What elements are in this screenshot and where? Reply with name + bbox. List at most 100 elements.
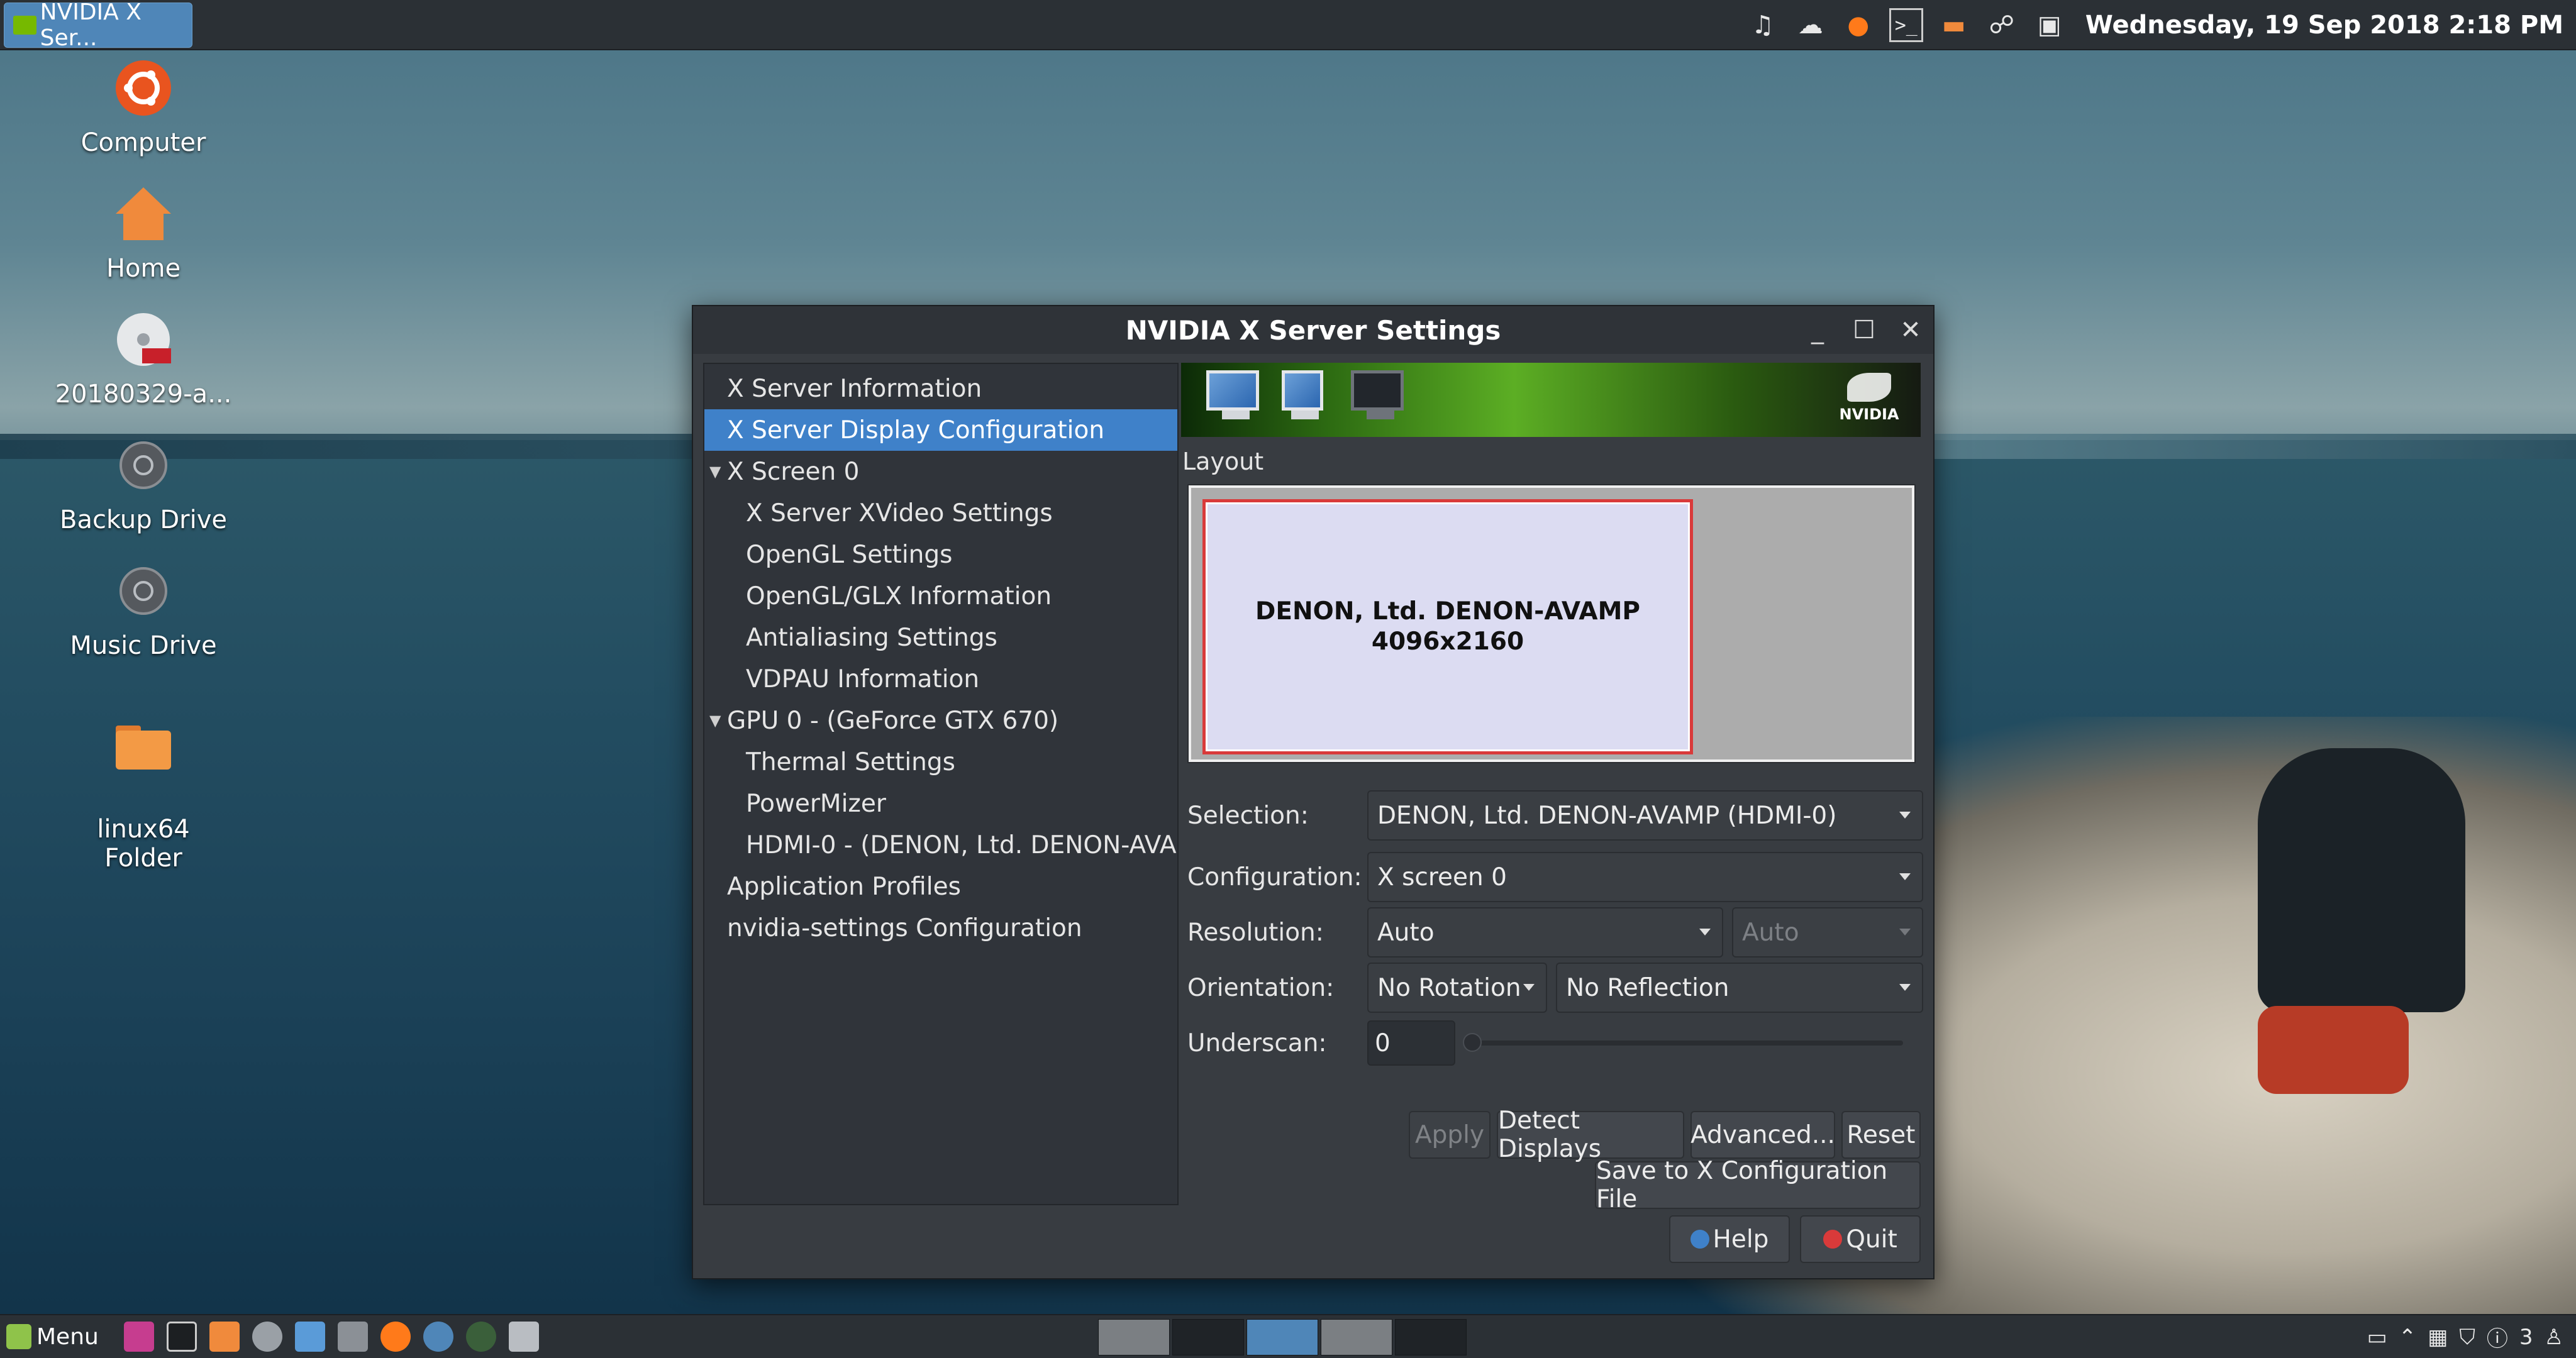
network-icon[interactable]	[465, 1322, 496, 1352]
expander-icon[interactable]: ▼	[709, 712, 727, 729]
tree-item-nvidia-settings-configuration[interactable]: nvidia-settings Configuration	[704, 907, 1177, 949]
advanced-button[interactable]: Advanced...	[1690, 1111, 1835, 1159]
menu-button[interactable]: Menu	[0, 1324, 99, 1350]
tree-item-hdmi-0[interactable]: HDMI-0 - (DENON, Ltd. DENON-AVAMP	[704, 824, 1177, 866]
layout-label: Layout	[1182, 448, 1264, 475]
system-tray: ♫ ☁ ● >_ ▬ ☍ ▣ Wednesday, 19 Sep 2018 2:…	[1746, 0, 2563, 50]
tree-item-xvideo-settings[interactable]: X Server XVideo Settings	[704, 492, 1177, 534]
bluetooth-icon[interactable]	[294, 1322, 325, 1352]
selection-label: Selection:	[1187, 801, 1309, 830]
wallpaper-fuel-tank	[2258, 1006, 2409, 1094]
expander-icon[interactable]: ▼	[709, 463, 727, 480]
quit-button[interactable]: Quit	[1800, 1215, 1921, 1263]
underscan-slider[interactable]	[1463, 1033, 1903, 1052]
dropdown-caret-icon	[1899, 984, 1911, 991]
taskbar-window-button[interactable]: NVIDIA X Ser...	[4, 0, 192, 51]
clock[interactable]: Wednesday, 19 Sep 2018 2:18 PM	[2085, 11, 2563, 40]
configuration-dropdown[interactable]: X screen 0	[1367, 852, 1923, 902]
weather-icon[interactable]: ☁	[1794, 8, 1828, 42]
maximize-icon[interactable]: ☐	[1850, 316, 1878, 345]
top-panel: NVIDIA X Ser... ♫ ☁ ● >_ ▬ ☍ ▣ Wednesday…	[0, 0, 2576, 51]
display-layout-rect[interactable]: DENON, Ltd. DENON-AVAMP 4096x2160	[1202, 499, 1693, 754]
dropdown-caret-icon	[1899, 812, 1911, 819]
home-icon	[112, 182, 175, 245]
tree-item-x-screen-0[interactable]: ▼ X Screen 0	[704, 451, 1177, 492]
selection-row: Selection: DENON, Ltd. DENON-AVAMP (HDMI…	[1187, 790, 1923, 841]
close-icon[interactable]: ✕	[1897, 316, 1924, 345]
weather-icon[interactable]	[423, 1322, 453, 1352]
save-config-button[interactable]: Save to X Configuration File	[1595, 1157, 1921, 1213]
firefox-icon[interactable]	[380, 1322, 411, 1352]
dvd-icon	[112, 308, 175, 371]
folder-icon	[112, 714, 175, 777]
nvidia-banner: NVIDIA	[1181, 363, 1921, 437]
desktop-icon-label: Computer	[80, 128, 206, 157]
tree-item-antialiasing-settings[interactable]: Antialiasing Settings	[704, 617, 1177, 658]
user-icon[interactable]: ♙	[2545, 1325, 2563, 1350]
folder-icon[interactable]	[209, 1322, 240, 1352]
underscan-row: Underscan: 0	[1187, 1020, 1903, 1066]
selection-dropdown[interactable]: DENON, Ltd. DENON-AVAMP (HDMI-0)	[1367, 790, 1923, 841]
settings-tree: X Server Information X Server Display Co…	[703, 363, 1179, 1205]
reset-button[interactable]: Reset	[1841, 1111, 1921, 1159]
minimize-icon[interactable]: _	[1804, 316, 1831, 345]
desktop-icon-linux64-folder[interactable]: linux64 Folder	[49, 685, 238, 902]
clipboard-icon[interactable]: ▣	[2033, 8, 2067, 42]
desktop-icon-computer[interactable]: Computer	[49, 57, 238, 157]
grid-icon[interactable]: ▦	[2428, 1325, 2448, 1350]
tree-item-opengl-glx-information[interactable]: OpenGL/GLX Information	[704, 575, 1177, 617]
tree-item-x-server-information[interactable]: X Server Information	[704, 368, 1177, 409]
chevron-up-icon[interactable]: ⌃	[2399, 1325, 2417, 1350]
workspace-2[interactable]	[1172, 1319, 1244, 1355]
underscan-input[interactable]: 0	[1367, 1020, 1455, 1066]
notification-icon[interactable]: ⓘ	[2487, 1322, 2508, 1352]
app-launcher-icon[interactable]	[123, 1322, 154, 1352]
dropdown-caret-icon	[1523, 984, 1535, 991]
drive-icon	[112, 560, 175, 622]
desktop-icon-label: Home	[106, 254, 181, 283]
tree-item-display-configuration[interactable]: X Server Display Configuration	[704, 409, 1177, 451]
desktop-icon-music-drive[interactable]: Music Drive	[49, 560, 238, 660]
games-icon[interactable]	[337, 1322, 368, 1352]
desktop-icon-dvd[interactable]: 20180329-a...	[49, 308, 238, 409]
resolution-dropdown[interactable]: Auto	[1367, 907, 1723, 958]
tree-item-vdpau-information[interactable]: VDPAU Information	[704, 658, 1177, 700]
rotation-dropdown[interactable]: No Rotation	[1367, 963, 1547, 1013]
tree-item-thermal-settings[interactable]: Thermal Settings	[704, 741, 1177, 783]
workspace-switcher	[1098, 1319, 1467, 1355]
ubuntu-icon	[112, 57, 175, 119]
desktop-icon-home[interactable]: Home	[49, 182, 238, 283]
terminal-icon[interactable]	[166, 1322, 197, 1352]
shield-icon[interactable]: ⛉	[2459, 1325, 2475, 1350]
monitor-icon	[1206, 370, 1265, 426]
detect-displays-button[interactable]: Detect Displays	[1497, 1107, 1684, 1163]
slider-handle[interactable]	[1463, 1033, 1482, 1052]
orientation-label: Orientation:	[1187, 973, 1335, 1002]
window-titlebar[interactable]: NVIDIA X Server Settings _ ☐ ✕	[693, 306, 1933, 354]
dropdown-caret-icon	[1699, 929, 1711, 936]
workspace-3[interactable]	[1246, 1319, 1318, 1355]
tree-item-opengl-settings[interactable]: OpenGL Settings	[704, 534, 1177, 575]
notification-count: 3	[2519, 1324, 2533, 1350]
workspace-1[interactable]	[1098, 1319, 1170, 1355]
help-button[interactable]: Help	[1669, 1215, 1790, 1263]
tree-item-application-profiles[interactable]: Application Profiles	[704, 866, 1177, 907]
display-icon[interactable]: ▭	[2367, 1325, 2387, 1350]
reflection-dropdown[interactable]: No Reflection	[1556, 963, 1923, 1013]
network-icon[interactable]: ☍	[1985, 8, 2019, 42]
quit-icon	[1823, 1230, 1843, 1249]
camera-icon[interactable]	[508, 1322, 539, 1352]
tree-item-powermizer[interactable]: PowerMizer	[704, 783, 1177, 824]
layout-area[interactable]: DENON, Ltd. DENON-AVAMP 4096x2160	[1187, 484, 1916, 763]
settings-icon[interactable]	[252, 1322, 282, 1352]
firefox-icon[interactable]: ●	[1841, 8, 1875, 42]
workspace-5[interactable]	[1395, 1319, 1467, 1355]
music-icon[interactable]: ♫	[1746, 8, 1780, 42]
tree-item-gpu-0[interactable]: ▼ GPU 0 - (GeForce GTX 670)	[704, 700, 1177, 741]
monitor-icon	[1351, 370, 1410, 426]
workspace-4[interactable]	[1321, 1319, 1392, 1355]
terminal-icon[interactable]: >_	[1889, 8, 1923, 42]
folder-icon[interactable]: ▬	[1937, 8, 1971, 42]
desktop-icon-backup-drive[interactable]: Backup Drive	[49, 434, 238, 534]
apply-button[interactable]: Apply	[1409, 1111, 1491, 1159]
